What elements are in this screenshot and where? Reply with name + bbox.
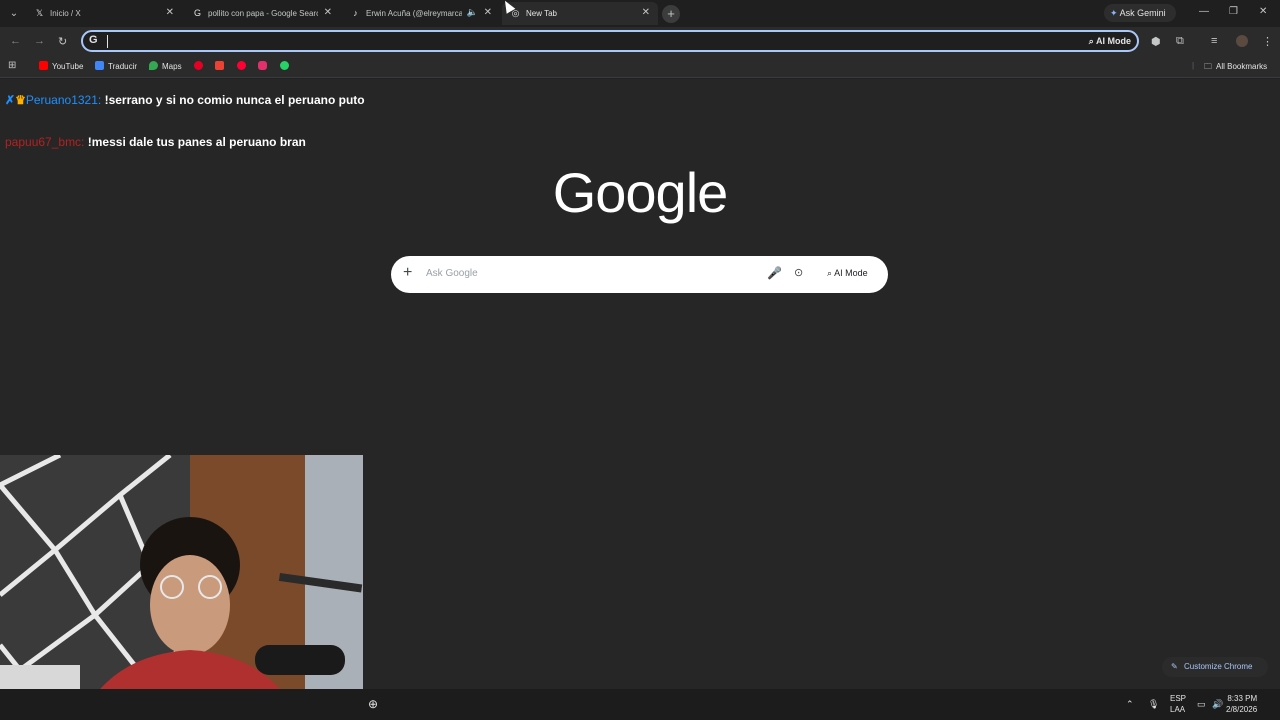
copilot-icon[interactable]: ⊕	[368, 697, 378, 711]
ai-search-icon: ⌕	[827, 268, 833, 278]
apps-grid-icon[interactable]: ⊞	[8, 60, 16, 71]
microphone-tray-icon[interactable]: 🎙	[1148, 699, 1159, 710]
bookmark-youtube-2[interactable]	[237, 61, 250, 71]
address-bar[interactable]: G ⌕ AI Mode	[81, 30, 1139, 52]
bookmark-gmail[interactable]	[215, 61, 228, 71]
minimize-icon[interactable]: —	[1199, 6, 1209, 17]
tab-google-search[interactable]: G pollito con papa - Google Search ✕	[184, 2, 340, 25]
chat-message: ✗♛Peruano1321: !serrano y si no comio nu…	[5, 91, 375, 109]
tab-search-chevron-icon[interactable]: ⌄	[6, 6, 22, 22]
instagram-icon	[258, 61, 267, 70]
gemini-sparkle-icon: ✦	[1110, 8, 1118, 18]
close-icon[interactable]: ✕	[642, 7, 650, 18]
customize-chrome-button[interactable]: ✎ Customize Chrome	[1162, 657, 1268, 677]
tab-new-tab[interactable]: ◎ New Tab ✕	[502, 2, 658, 25]
chat-text: !messi dale tus panes al peruano bran	[87, 135, 306, 149]
tab-title: Erwin Acuña (@elreymarcas)	[366, 9, 462, 18]
pinterest-icon	[194, 61, 203, 70]
all-bookmarks-button[interactable]: 🗀 All Bookmarks	[1204, 61, 1267, 75]
maps-pin-icon	[149, 61, 158, 70]
bookmark-pinterest[interactable]	[194, 61, 207, 71]
toolbar: ← → ↻ G ⌕ AI Mode ⬢ ⧉ ≡ ⋮	[0, 27, 1280, 56]
google-g-icon: G	[89, 34, 98, 46]
ai-mode-label: AI Mode	[1096, 36, 1131, 46]
lang-line1: ESP	[1170, 694, 1187, 703]
window-close-icon[interactable]: ✕	[1259, 6, 1267, 17]
crown-icon: ♛	[15, 93, 26, 107]
bookmark-label: Traducir	[108, 62, 138, 71]
speaker-icon[interactable]: 🔈	[467, 7, 478, 18]
ai-mode-button[interactable]: ⌕ AI Mode	[1089, 34, 1131, 49]
bookmark-whatsapp[interactable]	[280, 61, 293, 71]
webcam-feed-image	[0, 455, 363, 720]
ai-mode-label: AI Mode	[834, 268, 868, 278]
x-icon: 𝕏	[35, 8, 44, 18]
pencil-icon: ✎	[1171, 662, 1178, 671]
google-logo: Google	[552, 161, 729, 224]
gemini-label: Ask Gemini	[1119, 8, 1166, 18]
translate-icon	[95, 61, 104, 70]
network-icon[interactable]: ▭	[1197, 699, 1206, 710]
media-controls-icon[interactable]: ≡	[1211, 35, 1217, 47]
close-icon[interactable]: ✕	[484, 7, 492, 18]
google-search-box[interactable]: + Ask Google 🎤 ⊙ ⌕ AI Mode	[391, 256, 888, 293]
folder-icon: 🗀	[1204, 62, 1212, 71]
plus-icon[interactable]: +	[403, 264, 412, 282]
bookmark-label: YouTube	[52, 62, 84, 71]
chat-text: !serrano y si no comio nunca el peruano …	[104, 93, 365, 107]
windows-taskbar: ⊕ ⌃ 🎙 ESP LAA ▭ 🔊 8:33 PM 2/8/2026	[0, 689, 1280, 720]
tab-title: New Tab	[526, 9, 557, 18]
tab-tiktok[interactable]: ♪ Erwin Acuña (@elreymarcas) 🔈 ✕	[342, 2, 500, 25]
bookmark-instagram[interactable]	[258, 61, 271, 71]
customize-label: Customize Chrome	[1184, 662, 1253, 671]
lang-line2: LAA	[1170, 705, 1186, 714]
new-tab-plus-icon[interactable]: +	[662, 5, 680, 23]
webcam-overlay	[0, 455, 363, 720]
tab-inicio-x[interactable]: 𝕏 Inicio / X ✕	[26, 2, 182, 25]
time: 8:33 PM	[1227, 694, 1258, 703]
close-icon[interactable]: ✕	[166, 7, 174, 18]
chat-message: papuu67_bmc: !messi dale tus panes al pe…	[5, 133, 375, 151]
sword-icon: ✗	[5, 93, 16, 107]
bookmarks-bar: ⊞ YouTube Traducir Maps | 🗀 All Bookmarks	[0, 56, 1280, 78]
menu-kebab-icon[interactable]: ⋮	[1262, 35, 1273, 48]
tab-title: pollito con papa - Google Search	[208, 9, 318, 18]
profile-avatar[interactable]	[1236, 35, 1248, 47]
youtube-icon	[39, 61, 48, 70]
bookmark-traducir[interactable]: Traducir	[95, 61, 137, 71]
bookmark-label: Maps	[162, 62, 182, 71]
language-indicator[interactable]: ESP LAA	[1170, 693, 1186, 715]
extensions-icon[interactable]: ⧉	[1176, 35, 1184, 48]
bookmark-divider: |	[1192, 61, 1195, 70]
lens-camera-icon[interactable]: ⊙	[794, 266, 803, 279]
bookmark-maps[interactable]: Maps	[149, 61, 182, 71]
back-arrow-icon[interactable]: ←	[10, 35, 21, 47]
all-bookmarks-label: All Bookmarks	[1216, 62, 1268, 71]
whatsapp-icon	[280, 61, 289, 70]
extension-puzzle-icon[interactable]: ⬢	[1151, 35, 1161, 48]
chevron-up-icon[interactable]: ⌃	[1126, 699, 1134, 710]
reload-icon[interactable]: ↻	[58, 35, 67, 48]
restore-icon[interactable]: ❐	[1229, 6, 1238, 17]
youtube-icon	[237, 61, 246, 70]
ai-mode-button[interactable]: ⌕ AI Mode	[827, 268, 868, 279]
gmail-icon	[215, 61, 224, 70]
bookmark-youtube[interactable]: YouTube	[39, 61, 83, 71]
google-icon: G	[193, 8, 201, 18]
ai-search-icon: ⌕	[1088, 36, 1094, 46]
volume-icon[interactable]: 🔊	[1212, 699, 1223, 710]
close-icon[interactable]: ✕	[324, 7, 332, 18]
ask-gemini-button[interactable]: ✦ Ask Gemini	[1104, 4, 1176, 22]
text-caret	[107, 35, 108, 48]
chat-username: papuu67_bmc:	[5, 135, 85, 149]
tab-strip: ⌄ 𝕏 Inicio / X ✕ G pollito con papa - Go…	[0, 0, 1280, 27]
microphone-icon[interactable]: 🎤	[767, 266, 782, 280]
tiktok-icon: ♪	[353, 8, 358, 18]
tab-title: Inicio / X	[50, 9, 81, 18]
date: 2/8/2026	[1226, 705, 1258, 714]
forward-arrow-icon[interactable]: →	[34, 35, 45, 47]
clock[interactable]: 8:33 PM 2/8/2026	[1226, 693, 1257, 715]
chat-username: Peruano1321:	[25, 93, 102, 107]
search-placeholder: Ask Google	[426, 268, 478, 279]
